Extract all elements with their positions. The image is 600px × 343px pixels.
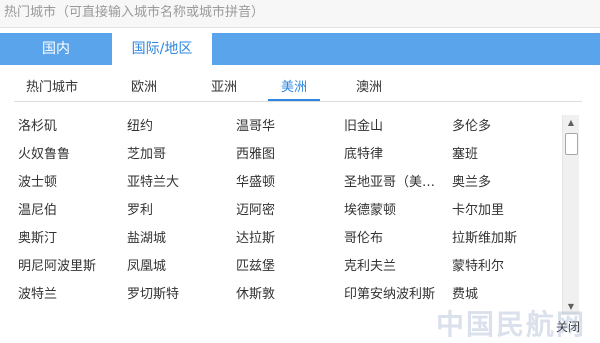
city-item[interactable]: 洛杉矶 [18, 116, 57, 138]
city-item[interactable]: 温尼伯 [18, 200, 57, 222]
city-item[interactable]: 火奴鲁鲁 [18, 144, 70, 166]
city-item[interactable]: 纽约 [127, 116, 153, 138]
city-item[interactable]: 达拉斯 [236, 228, 275, 250]
city-item[interactable]: 盐湖城 [127, 228, 166, 250]
city-item[interactable]: 芝加哥 [127, 144, 166, 166]
city-item[interactable]: 圣地亚哥（美… [344, 172, 435, 194]
city-item[interactable]: 奥斯汀 [18, 228, 57, 250]
continent-tabs: 热门城市 欧洲 亚洲 美洲 澳洲 [14, 73, 582, 102]
city-item[interactable]: 罗利 [127, 200, 153, 222]
city-hint: 热门城市（可直接输入城市名称或城市拼音） [0, 0, 600, 28]
subtab-americas[interactable]: 美洲 [268, 77, 320, 101]
city-item[interactable]: 奥兰多 [452, 172, 491, 194]
city-item[interactable]: 匹兹堡 [236, 256, 275, 278]
tab-international[interactable]: 国际/地区 [112, 33, 212, 65]
city-item[interactable]: 印第安纳波利斯 [344, 284, 435, 306]
scroll-up-icon[interactable]: ▲ [563, 115, 579, 131]
city-item[interactable]: 迈阿密 [236, 200, 275, 222]
city-item[interactable]: 哥伦布 [344, 228, 383, 250]
city-item[interactable]: 华盛顿 [236, 172, 275, 194]
city-grid: 洛杉矶 纽约 温哥华 旧金山 多伦多火奴鲁鲁 芝加哥 西雅图 底特律 塞班波士顿 亚特兰大 华盛顿 圣… [18, 116, 558, 316]
city-item[interactable]: 卡尔加里 [452, 200, 504, 222]
city-item[interactable]: 明尼阿波里斯 [18, 256, 96, 278]
city-item[interactable]: 波士顿 [18, 172, 57, 194]
city-item[interactable]: 罗切斯特 [127, 284, 179, 306]
region-tabbar: 国内 国际/地区 [0, 33, 600, 65]
city-item[interactable]: 底特律 [344, 144, 383, 166]
scroll-thumb[interactable] [565, 133, 578, 155]
city-item[interactable]: 克利夫兰 [344, 256, 396, 278]
city-item[interactable]: 多伦多 [452, 116, 491, 138]
city-item[interactable]: 拉斯维加斯 [452, 228, 517, 250]
city-item[interactable]: 塞班 [452, 144, 478, 166]
tab-domestic[interactable]: 国内 [0, 33, 112, 65]
subtab-europe[interactable]: 欧洲 [118, 77, 170, 99]
city-item[interactable]: 埃德蒙顿 [344, 200, 396, 222]
city-item[interactable]: 亚特兰大 [127, 172, 179, 194]
city-item[interactable]: 蒙特利尔 [452, 256, 504, 278]
subtab-hot-cities[interactable]: 热门城市 [20, 77, 84, 99]
city-item[interactable]: 凤凰城 [127, 256, 166, 278]
city-item[interactable]: 旧金山 [344, 116, 383, 138]
watermark-logo: 中国民航网 [436, 308, 587, 341]
subtab-oceania[interactable]: 澳洲 [344, 77, 394, 99]
city-item[interactable]: 温哥华 [236, 116, 275, 138]
city-item[interactable]: 西雅图 [236, 144, 275, 166]
city-scrollbar[interactable]: ▲ ▼ [562, 115, 579, 315]
subtab-asia[interactable]: 亚洲 [200, 77, 248, 99]
city-item[interactable]: 休斯敦 [236, 284, 275, 306]
city-item[interactable]: 波特兰 [18, 284, 57, 306]
